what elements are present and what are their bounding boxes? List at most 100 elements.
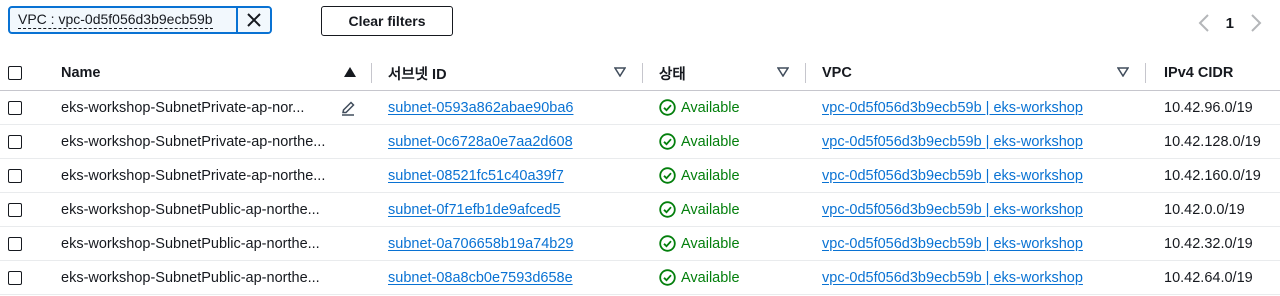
status-indicator: Available (643, 235, 806, 252)
vpc-cell: vpc-0d5f056d3b9ecb59b | eks-workshop (806, 90, 1146, 125)
row-select-cell (0, 260, 50, 295)
check-circle-icon (659, 133, 676, 150)
column-header-vpc-label: VPC (822, 65, 852, 81)
cidr-cell: 10.42.96.0/19 (1146, 90, 1280, 125)
row-checkbox[interactable] (8, 168, 22, 183)
vpc-cell: vpc-0d5f056d3b9ecb59b | eks-workshop (806, 192, 1146, 227)
edit-pencil-icon[interactable] (340, 100, 356, 116)
status-indicator: Available (643, 99, 806, 116)
check-circle-icon (659, 99, 676, 116)
clear-filters-button[interactable]: Clear filters (321, 6, 453, 36)
name-cell: eks-workshop-SubnetPublic-ap-northe... (50, 226, 372, 261)
column-header-name-label: Name (61, 65, 101, 81)
vpc-link[interactable]: vpc-0d5f056d3b9ecb59b | eks-workshop (822, 134, 1083, 150)
close-icon (247, 13, 261, 27)
chevron-left-icon (1198, 14, 1209, 32)
status-text: Available (681, 201, 740, 218)
name-cell: eks-workshop-SubnetPublic-ap-northe... (50, 260, 372, 295)
status-indicator: Available (643, 133, 806, 150)
table-row[interactable]: eks-workshop-SubnetPrivate-ap-northe... … (0, 124, 1280, 159)
vpc-cell: vpc-0d5f056d3b9ecb59b | eks-workshop (806, 260, 1146, 295)
row-select-cell (0, 158, 50, 193)
row-checkbox[interactable] (8, 100, 22, 115)
status-indicator: Available (643, 167, 806, 184)
state-cell: Available (643, 226, 806, 261)
table-row[interactable]: eks-workshop-SubnetPublic-ap-northe... s… (0, 226, 1280, 261)
name-cell: eks-workshop-SubnetPrivate-ap-nor... (50, 90, 372, 125)
check-circle-icon (659, 235, 676, 252)
subnet-id-link[interactable]: subnet-08521fc51c40a39f7 (388, 168, 564, 184)
subnet-name: eks-workshop-SubnetPublic-ap-northe... (61, 269, 320, 286)
column-header-subnet-id-label: 서브넷 ID (388, 66, 447, 83)
row-checkbox[interactable] (8, 134, 22, 149)
name-cell: eks-workshop-SubnetPrivate-ap-northe... (50, 124, 372, 159)
select-all-cell (0, 56, 50, 91)
status-text: Available (681, 167, 740, 184)
table-row[interactable]: eks-workshop-SubnetPrivate-ap-nor... sub… (0, 90, 1280, 125)
sort-caret-icon[interactable] (614, 67, 626, 77)
vpc-cell: vpc-0d5f056d3b9ecb59b | eks-workshop (806, 226, 1146, 261)
vpc-cell: vpc-0d5f056d3b9ecb59b | eks-workshop (806, 158, 1146, 193)
subnet-id-cell: subnet-0f71efb1de9afced5 (372, 192, 643, 227)
status-text: Available (681, 235, 740, 252)
table-row[interactable]: eks-workshop-SubnetPrivate-ap-northe... … (0, 158, 1280, 193)
filter-token-label[interactable]: VPC : vpc-0d5f056d3b9ecb59b (10, 8, 236, 32)
row-select-cell (0, 124, 50, 159)
subnet-name: eks-workshop-SubnetPrivate-ap-nor... (61, 99, 305, 116)
subnet-id-cell: subnet-08521fc51c40a39f7 (372, 158, 643, 193)
check-circle-icon (659, 201, 676, 218)
cidr-value: 10.42.96.0/19 (1164, 99, 1253, 116)
row-select-cell (0, 192, 50, 227)
column-header-state-label: 상태 (659, 66, 686, 83)
subnets-table: Name 서브넷 ID 상태 VPC IPv4 CIDR eks-worksho… (0, 56, 1280, 295)
check-circle-icon (659, 269, 676, 286)
subnet-name: eks-workshop-SubnetPublic-ap-northe... (61, 201, 320, 218)
status-indicator: Available (643, 269, 806, 286)
status-text: Available (681, 99, 740, 116)
vpc-link[interactable]: vpc-0d5f056d3b9ecb59b | eks-workshop (822, 168, 1083, 184)
subnet-id-cell: subnet-0a706658b19a74b29 (372, 226, 643, 261)
column-header-cidr-label: IPv4 CIDR (1164, 65, 1234, 81)
state-cell: Available (643, 158, 806, 193)
state-cell: Available (643, 124, 806, 159)
sort-caret-icon[interactable] (777, 67, 789, 77)
vpc-link[interactable]: vpc-0d5f056d3b9ecb59b | eks-workshop (822, 100, 1083, 116)
vpc-link[interactable]: vpc-0d5f056d3b9ecb59b | eks-workshop (822, 202, 1083, 218)
check-circle-icon (659, 167, 676, 184)
filter-token[interactable]: VPC : vpc-0d5f056d3b9ecb59b (8, 6, 272, 34)
row-select-cell (0, 226, 50, 261)
subnet-id-link[interactable]: subnet-0a706658b19a74b29 (388, 236, 573, 252)
filter-token-text: VPC : vpc-0d5f056d3b9ecb59b (18, 11, 213, 29)
column-header-vpc[interactable]: VPC (806, 56, 1146, 91)
current-page-number[interactable]: 1 (1226, 15, 1234, 32)
table-row[interactable]: eks-workshop-SubnetPublic-ap-northe... s… (0, 260, 1280, 295)
table-row[interactable]: eks-workshop-SubnetPublic-ap-northe... s… (0, 192, 1280, 227)
subnet-id-link[interactable]: subnet-0593a862abae90ba6 (388, 100, 573, 116)
row-checkbox[interactable] (8, 270, 22, 285)
cidr-value: 10.42.0.0/19 (1164, 201, 1245, 218)
state-cell: Available (643, 192, 806, 227)
vpc-link[interactable]: vpc-0d5f056d3b9ecb59b | eks-workshop (822, 236, 1083, 252)
previous-page-button[interactable] (1198, 14, 1210, 32)
subnet-id-link[interactable]: subnet-0f71efb1de9afced5 (388, 202, 561, 218)
subnet-id-link[interactable]: subnet-0c6728a0e7aa2d608 (388, 134, 573, 150)
subnet-id-cell: subnet-0c6728a0e7aa2d608 (372, 124, 643, 159)
next-page-button[interactable] (1250, 14, 1262, 32)
status-indicator: Available (643, 201, 806, 218)
status-text: Available (681, 269, 740, 286)
vpc-link[interactable]: vpc-0d5f056d3b9ecb59b | eks-workshop (822, 270, 1083, 286)
subnet-name: eks-workshop-SubnetPrivate-ap-northe... (61, 133, 326, 150)
cidr-cell: 10.42.128.0/19 (1146, 124, 1280, 159)
column-header-subnet-id[interactable]: 서브넷 ID (372, 56, 643, 91)
subnet-id-link[interactable]: subnet-08a8cb0e7593d658e (388, 270, 573, 286)
column-header-state[interactable]: 상태 (643, 56, 806, 91)
column-header-cidr[interactable]: IPv4 CIDR (1146, 56, 1280, 91)
sort-ascending-icon[interactable] (344, 67, 356, 77)
remove-filter-button[interactable] (236, 8, 270, 32)
select-all-checkbox[interactable] (8, 66, 22, 80)
row-checkbox[interactable] (8, 202, 22, 217)
sort-caret-icon[interactable] (1117, 67, 1129, 77)
row-checkbox[interactable] (8, 236, 22, 251)
column-header-name[interactable]: Name (50, 56, 372, 91)
name-cell: eks-workshop-SubnetPrivate-ap-northe... (50, 158, 372, 193)
